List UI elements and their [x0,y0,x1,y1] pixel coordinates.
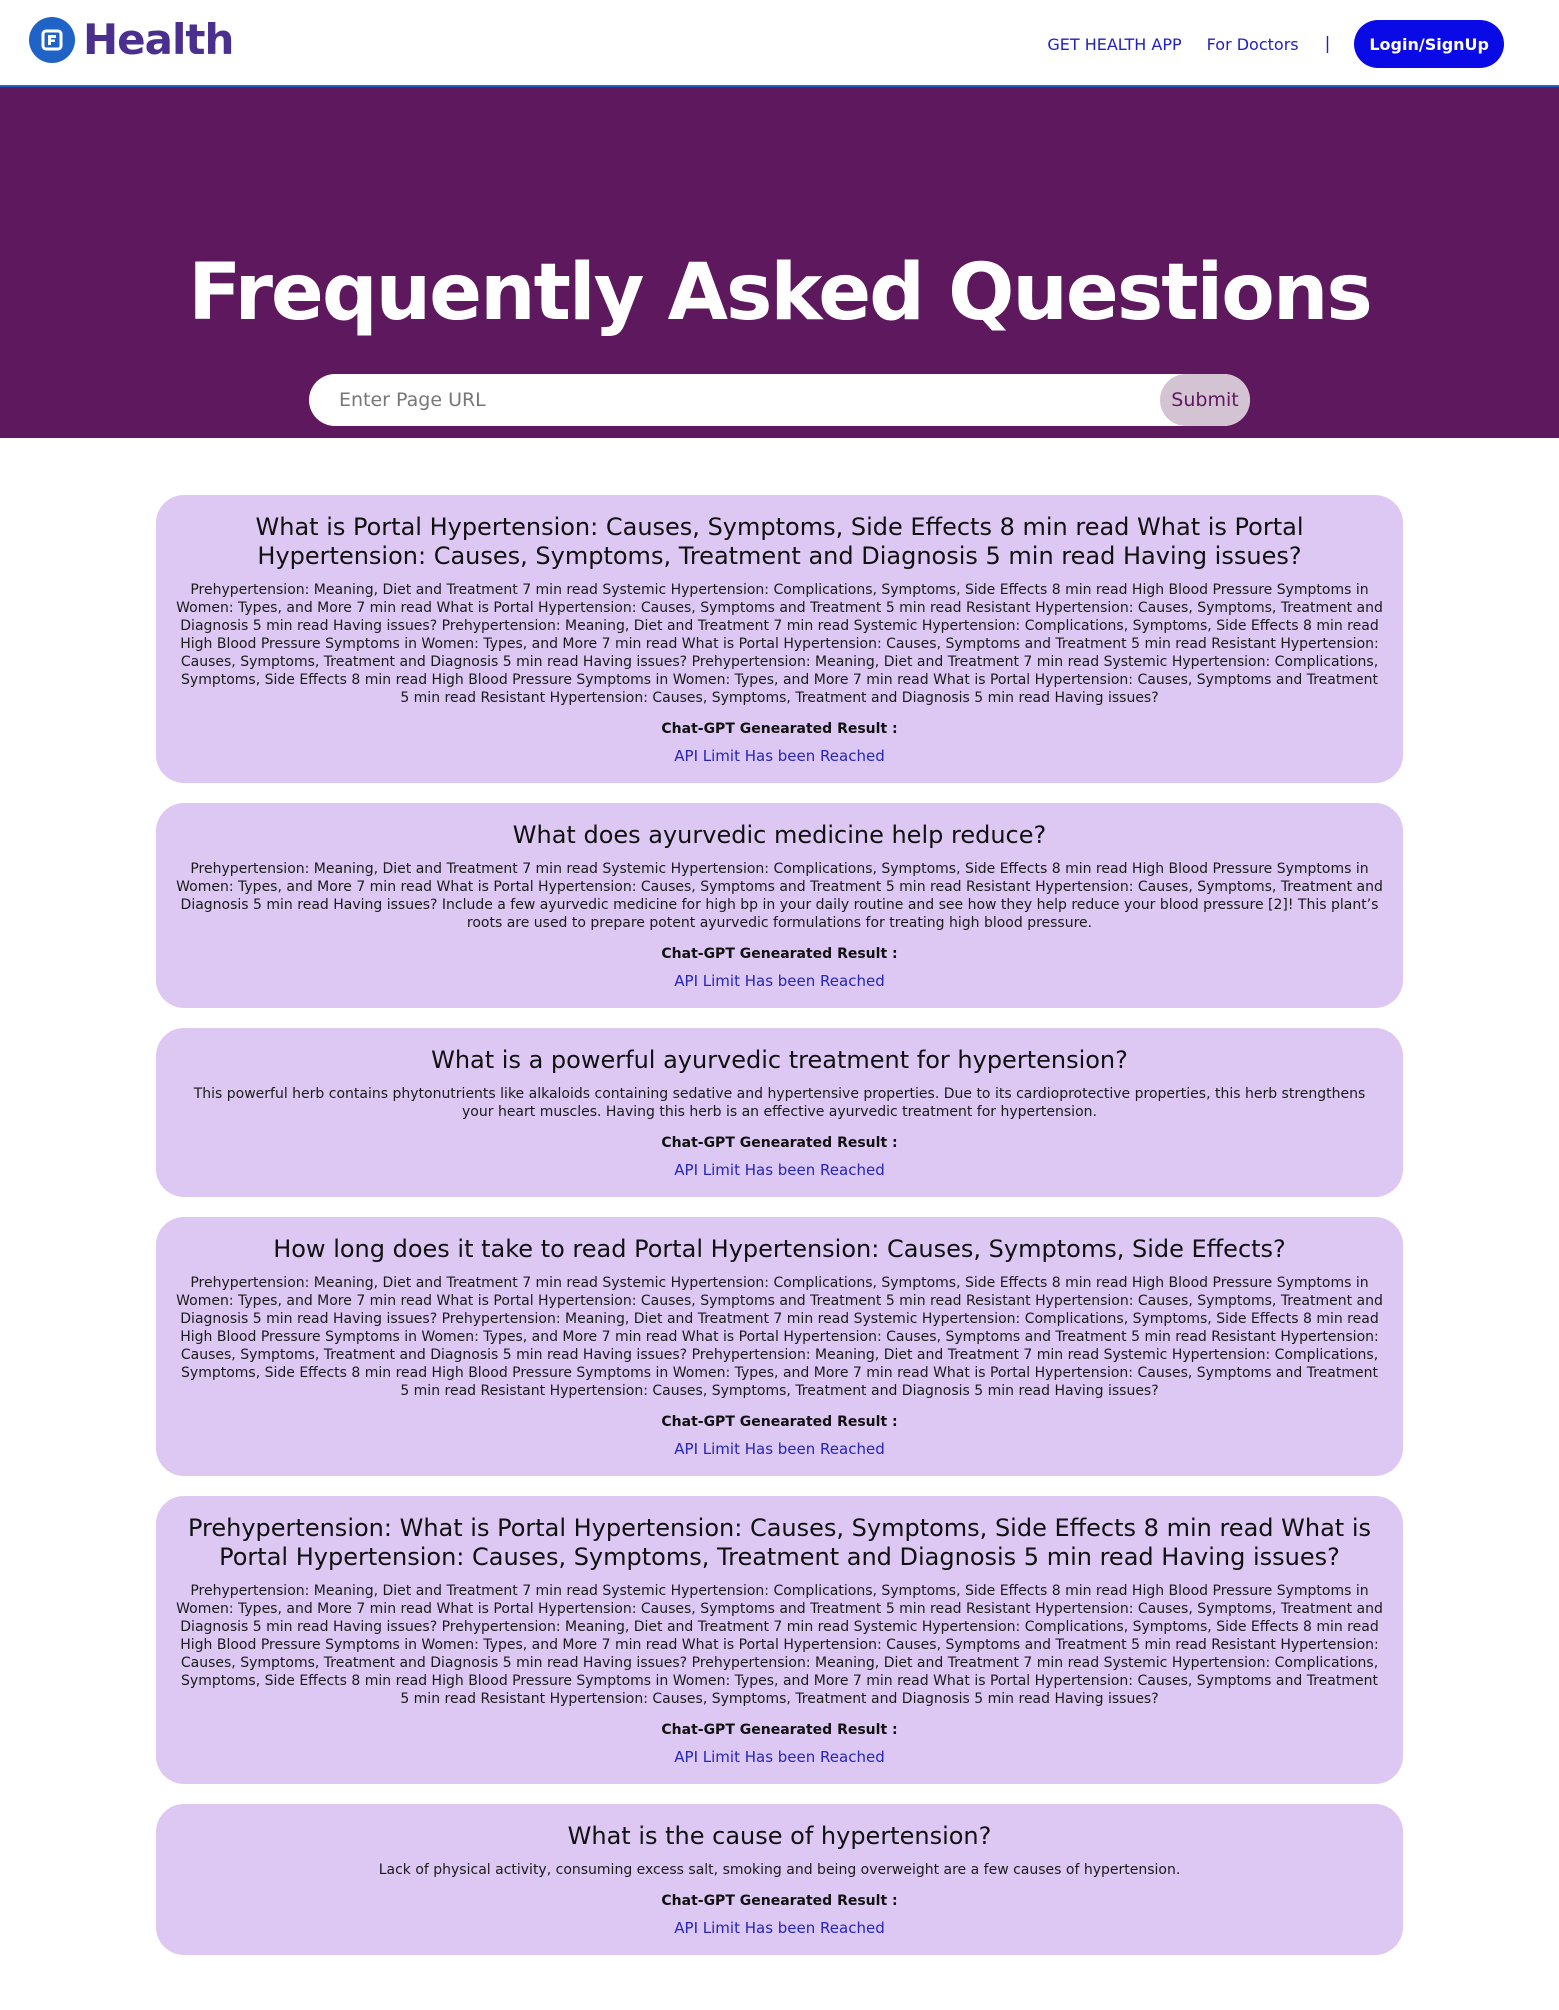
faq-question: What is a powerful ayurvedic treatment f… [431,1046,1128,1074]
faq-question: How long does it take to read Portal Hyp… [273,1235,1286,1263]
hero-banner: Frequently Asked Questions Submit [0,87,1559,438]
faq-question: What is the cause of hypertension? [567,1822,992,1850]
submit-button[interactable]: Submit [1160,374,1250,426]
faq-answer: This powerful herb contains phytonutrien… [193,1086,1366,1120]
gpt-result-text: API Limit Has been Reached [674,1161,885,1179]
faq-question: Prehypertension: What is Portal Hyperten… [187,1514,1371,1571]
gpt-result-text: API Limit Has been Reached [674,1440,885,1458]
gpt-result-label: Chat-GPT Genearated Result : [661,1135,898,1151]
gpt-result-text: API Limit Has been Reached [674,972,885,990]
brand-text: Health [83,15,234,64]
faq-card: What does ayurvedic medicine help reduce… [156,803,1403,1008]
gpt-result-text: API Limit Has been Reached [674,1748,885,1766]
faq-list: What is Portal Hypertension: Causes, Sym… [0,438,1559,1955]
faq-card: What is a powerful ayurvedic treatment f… [156,1028,1403,1197]
faq-answer: Prehypertension: Meaning, Diet and Treat… [176,582,1383,706]
url-search-bar: Submit [309,374,1250,426]
faq-answer: Lack of physical activity, consuming exc… [378,1862,1181,1878]
gpt-result-label: Chat-GPT Genearated Result : [661,1893,898,1909]
faq-answer: Prehypertension: Meaning, Diet and Treat… [176,1275,1383,1399]
logo-icon [29,17,75,63]
get-health-app-link[interactable]: GET HEALTH APP [1047,35,1181,54]
faq-answer: Prehypertension: Meaning, Diet and Treat… [176,1583,1383,1707]
gpt-result-text: API Limit Has been Reached [674,747,885,765]
login-signup-button[interactable]: Login/SignUp [1354,20,1504,68]
brand-logo[interactable]: Health [29,15,234,64]
page-url-input[interactable] [309,374,1160,426]
for-doctors-link[interactable]: For Doctors [1207,35,1299,54]
gpt-result-label: Chat-GPT Genearated Result : [661,946,898,962]
faq-question: What does ayurvedic medicine help reduce… [512,821,1047,849]
faq-card: What is the cause of hypertension? Lack … [156,1804,1403,1955]
nav-separator: | [1324,34,1331,54]
top-navbar: Health GET HEALTH APP For Doctors | Logi… [0,0,1559,87]
gpt-result-label: Chat-GPT Genearated Result : [661,1722,898,1738]
faq-question: What is Portal Hypertension: Causes, Sym… [255,513,1304,570]
top-nav: GET HEALTH APP For Doctors | Login/SignU… [1047,20,1504,68]
gpt-result-label: Chat-GPT Genearated Result : [661,1414,898,1430]
gpt-result-label: Chat-GPT Genearated Result : [661,721,898,737]
faq-card: What is Portal Hypertension: Causes, Sym… [156,495,1403,783]
faq-card: Prehypertension: What is Portal Hyperten… [156,1496,1403,1784]
faq-answer: Prehypertension: Meaning, Diet and Treat… [176,861,1383,931]
faq-card: How long does it take to read Portal Hyp… [156,1217,1403,1476]
page-title: Frequently Asked Questions [188,248,1373,338]
gpt-result-text: API Limit Has been Reached [674,1919,885,1937]
